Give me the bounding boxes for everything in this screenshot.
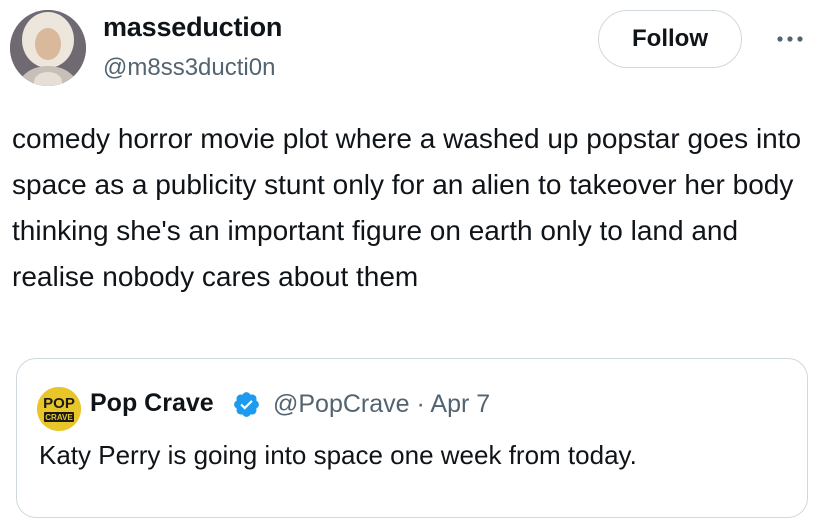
author-display-name[interactable]: masseduction xyxy=(103,12,282,43)
quoted-display-name[interactable]: Pop Crave xyxy=(90,389,214,418)
svg-text:POP: POP xyxy=(43,395,75,412)
quoted-author-avatar[interactable]: POP CRAVE xyxy=(37,387,81,431)
quoted-tweet-text: Katy Perry is going into space one week … xyxy=(39,440,637,470)
pop-crave-logo: POP CRAVE xyxy=(37,387,81,431)
quoted-tweet-card[interactable]: POP CRAVE Pop Crave @PopCrave · Apr 7 Ka… xyxy=(16,358,808,518)
avatar-photo xyxy=(10,10,86,86)
author-avatar[interactable] xyxy=(10,10,86,86)
tweet-text: comedy horror movie plot where a washed … xyxy=(12,123,802,292)
quoted-handle[interactable]: @PopCrave xyxy=(273,390,410,418)
more-horizontal-icon xyxy=(777,36,803,42)
follow-button[interactable]: Follow xyxy=(598,10,742,68)
meta-separator: · xyxy=(416,390,425,418)
quoted-date[interactable]: Apr 7 xyxy=(430,390,490,418)
quoted-meta: @PopCrave · Apr 7 xyxy=(273,390,490,419)
svg-text:CRAVE: CRAVE xyxy=(45,413,73,422)
verified-badge-icon xyxy=(234,392,259,417)
author-handle[interactable]: @m8ss3ducti0n xyxy=(103,54,275,82)
more-options-button[interactable] xyxy=(770,26,810,52)
